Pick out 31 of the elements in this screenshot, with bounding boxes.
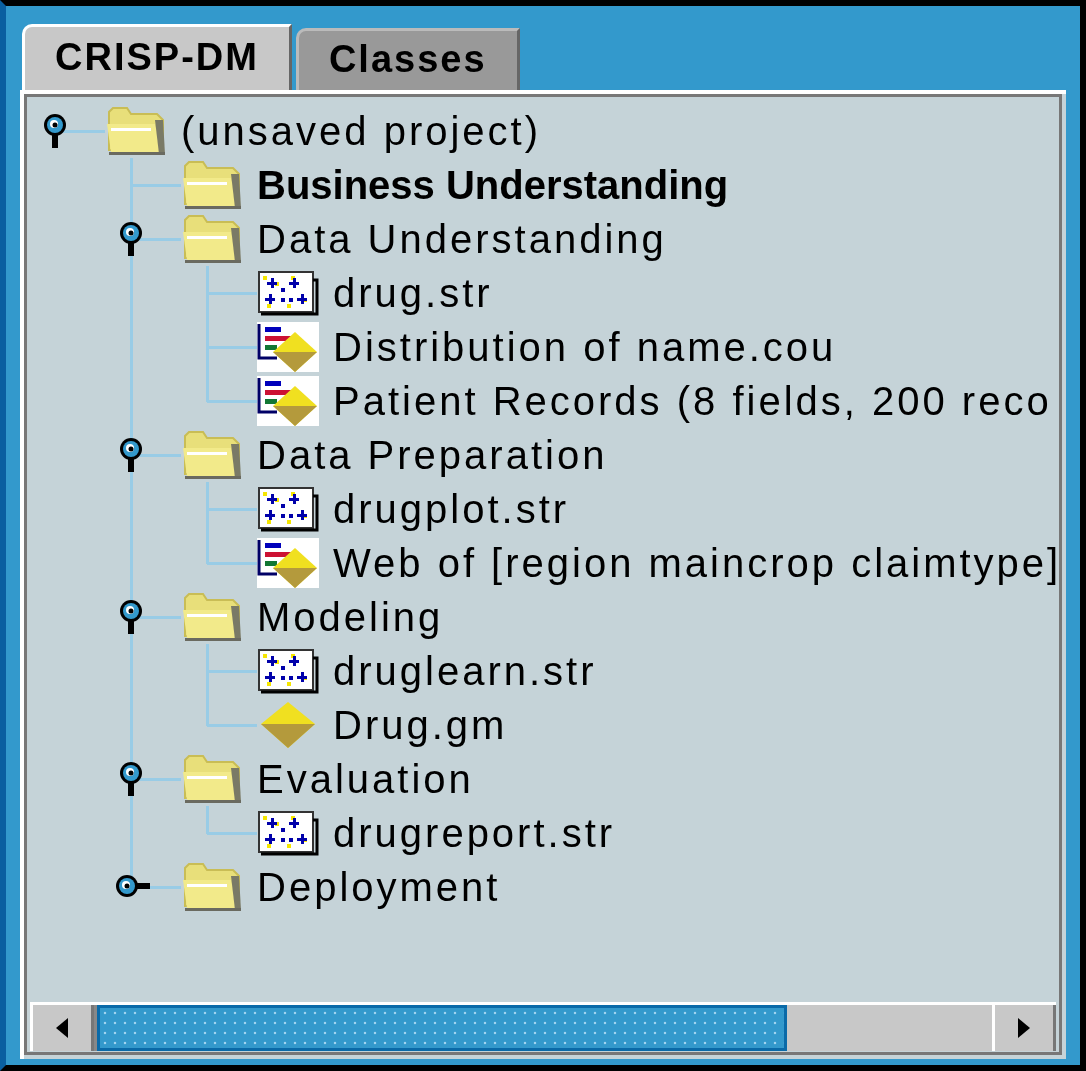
- tree-item-label[interactable]: Evaluation: [257, 759, 474, 799]
- tree-item-label[interactable]: druglearn.str: [333, 651, 597, 691]
- folder-icon: [181, 214, 243, 264]
- tree-item-label[interactable]: Distribution of name.cou: [333, 327, 837, 367]
- tab[interactable]: CRISP-DM: [22, 24, 292, 90]
- tree-item-label[interactable]: Patient Records (8 fields, 200 reco: [333, 381, 1052, 421]
- grid-icon: [257, 808, 319, 858]
- tree-item-label[interactable]: Deployment: [257, 867, 501, 907]
- folder-icon: [181, 592, 243, 642]
- grid-icon: [257, 268, 319, 318]
- folder-icon: [181, 862, 243, 912]
- folder-icon: [105, 106, 167, 156]
- folder-icon: [181, 754, 243, 804]
- scrollbar-thumb[interactable]: [97, 1005, 787, 1051]
- tree-item-label[interactable]: Data Understanding: [257, 219, 667, 259]
- tree-item-label[interactable]: Drug.gm: [333, 705, 508, 745]
- tree-item-label[interactable]: drugreport.str: [333, 813, 616, 853]
- tree-item-label[interactable]: Web of [region maincrop claimtype]: [333, 543, 1062, 583]
- folder-icon: [181, 430, 243, 480]
- tab[interactable]: Classes: [295, 28, 520, 90]
- folder-icon: [181, 160, 243, 210]
- scroll-right-button[interactable]: [992, 1005, 1056, 1051]
- tree-item-label[interactable]: Modeling: [257, 597, 444, 637]
- scroll-left-button[interactable]: [30, 1005, 94, 1051]
- tree-item-label[interactable]: Business Understanding: [257, 165, 729, 205]
- tree-item-label[interactable]: (unsaved project): [181, 111, 542, 151]
- grid-icon: [257, 646, 319, 696]
- tree-item-label[interactable]: drugplot.str: [333, 489, 570, 529]
- tree-item-label[interactable]: Data Preparation: [257, 435, 608, 475]
- tree-item-label[interactable]: drug.str: [333, 273, 493, 313]
- grid-icon: [257, 484, 319, 534]
